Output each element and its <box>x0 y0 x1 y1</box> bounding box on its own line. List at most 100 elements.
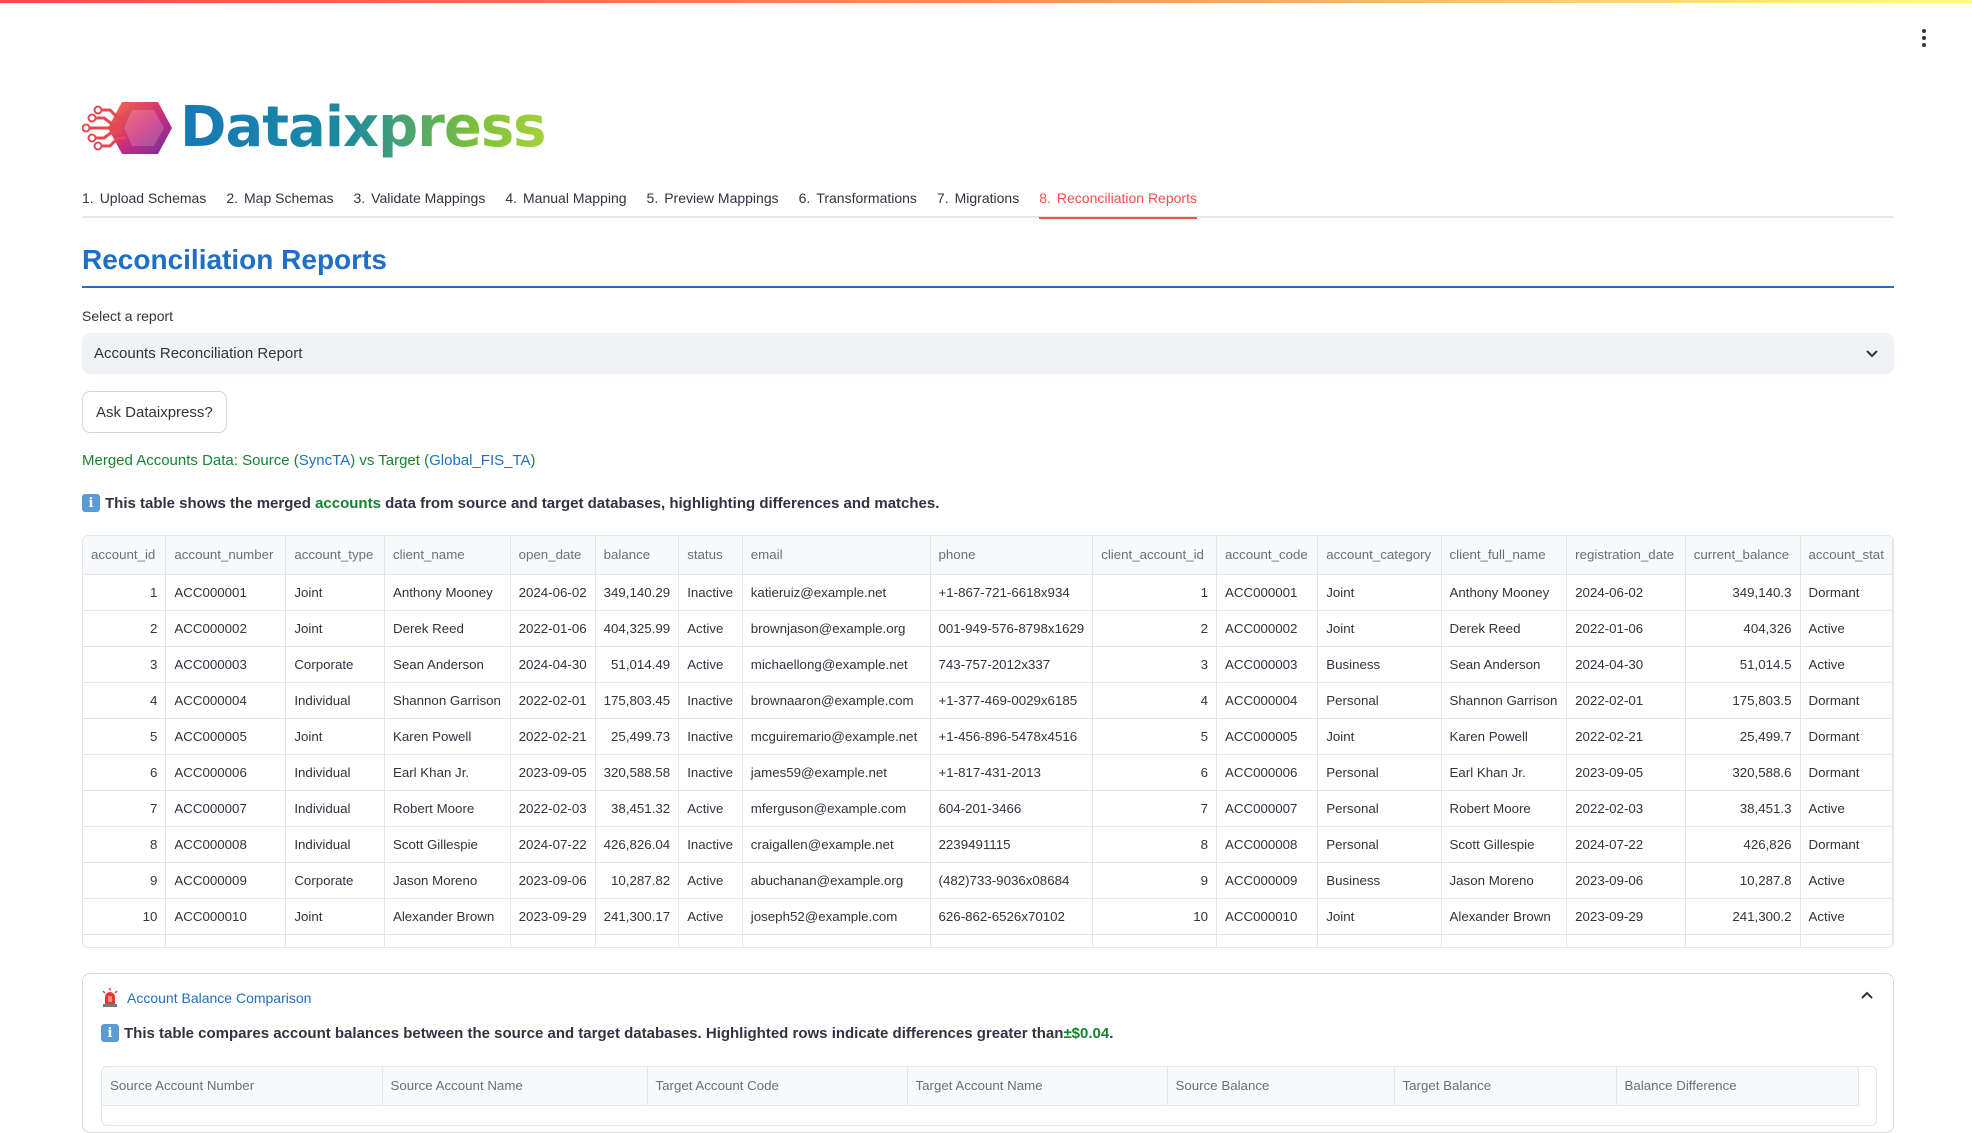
tab-map-schemas[interactable]: 2. Map Schemas <box>226 181 333 217</box>
table-row[interactable]: 4 ACC000004 Individual Shannon Garrison 2022… <box>83 682 1893 719</box>
table-row[interactable]: 7 ACC000007 Individual Robert Moore 2022-02-… <box>83 790 1893 827</box>
report-select-value: Accounts Reconciliation Report <box>94 345 303 362</box>
table-cell: Shannon Garrison <box>384 682 511 719</box>
table-row[interactable]: 5 ACC000005 Joint Karen Powell 2022-02-21 25,… <box>83 718 1893 755</box>
table-cell: 426,826.04 <box>595 826 680 863</box>
table-cell: ACC000003 <box>165 646 287 683</box>
table-cell: Active <box>1800 898 1893 935</box>
table-cell: Dormant <box>1800 754 1893 791</box>
column-header[interactable]: email <box>742 536 931 575</box>
tab-transformations[interactable]: 6. Transformations <box>799 181 917 217</box>
table-cell: 2024-07-22 <box>510 826 596 863</box>
table-cell: Inactive <box>678 718 743 755</box>
table-cell: Joint <box>285 574 385 611</box>
column-header[interactable]: client_account_id <box>1092 536 1217 575</box>
merged-accounts-table[interactable]: account_id account_number account_type clie… <box>82 535 1894 948</box>
tab-number: 2. <box>226 190 238 206</box>
table-cell: 2023-09-06 <box>1566 862 1686 899</box>
table-cell: Sean Anderson <box>1441 646 1568 683</box>
tab-validate-mappings[interactable]: 3. Validate Mappings <box>353 181 485 217</box>
column-header[interactable]: account_id <box>83 536 167 575</box>
column-header[interactable]: account_category <box>1317 536 1442 575</box>
info-icon: i <box>101 1024 119 1042</box>
table-row[interactable]: 8 ACC000008 Individual Scott Gillespie 2024-… <box>83 826 1893 863</box>
column-header[interactable]: account_code <box>1216 536 1319 575</box>
table-cell: 10,287.8 <box>1685 862 1801 899</box>
table-row[interactable]: 3 ACC000003 Corporate Sean Anderson 2024-04-… <box>83 646 1893 683</box>
table-cell: Karen Powell <box>384 718 511 755</box>
tab-migrations[interactable]: 7. Migrations <box>937 181 1019 217</box>
column-header[interactable]: open_date <box>510 536 596 575</box>
column-header[interactable]: Target Account Code <box>647 1067 908 1106</box>
table-cell: ACC000001 <box>1216 574 1319 611</box>
table-cell: 2024-04-30 <box>1566 646 1686 683</box>
chevron-up-icon[interactable] <box>1859 988 1875 1004</box>
table-cell: Sean Anderson <box>384 646 511 683</box>
table-row[interactable]: 2 ACC000002 Joint Derek Reed 2022-01-06 404,3… <box>83 610 1893 647</box>
column-header[interactable]: account_stat <box>1800 536 1893 575</box>
column-header[interactable]: registration_date <box>1566 536 1686 575</box>
table-cell: 426,826 <box>1685 826 1801 863</box>
tab-upload-schemas[interactable]: 1. Upload Schemas <box>82 181 206 217</box>
tab-label: Upload Schemas <box>99 190 207 206</box>
table-cell <box>510 934 596 947</box>
table-cell: 10 <box>83 898 167 935</box>
table-cell: 4 <box>1092 682 1217 719</box>
column-header[interactable]: Target Balance <box>1394 1067 1617 1106</box>
table-cell: Personal <box>1317 790 1442 827</box>
table-cell: 2022-02-03 <box>1566 790 1686 827</box>
table-cell: 10,287.82 <box>595 862 680 899</box>
table-cell: Anthony Mooney <box>1441 574 1568 611</box>
table-cell: Active <box>1800 610 1893 647</box>
table-cell: +1-867-721-6618x934 <box>930 574 1094 611</box>
table-cell: ACC000009 <box>165 862 287 899</box>
tab-preview-mappings[interactable]: 5. Preview Mappings <box>647 181 779 217</box>
tab-label: Transformations <box>816 190 917 206</box>
kebab-menu-icon[interactable] <box>1914 26 1934 50</box>
column-header[interactable]: account_type <box>285 536 385 575</box>
column-header[interactable]: status <box>678 536 743 575</box>
table-cell: Scott Gillespie <box>1441 826 1568 863</box>
table-cell: Inactive <box>678 574 743 611</box>
tab-manual-mapping[interactable]: 4. Manual Mapping <box>505 181 626 217</box>
table-row[interactable]: 6 ACC000006 Individual Earl Khan Jr. 2023-09… <box>83 754 1893 791</box>
table-cell: 2023-09-05 <box>510 754 596 791</box>
table-cell: Corporate <box>285 862 385 899</box>
column-header[interactable]: Source Balance <box>1167 1067 1395 1106</box>
column-header[interactable]: client_full_name <box>1441 536 1568 575</box>
balance-threshold: ±$0.04 <box>1063 1024 1110 1042</box>
column-header[interactable]: Source Account Name <box>382 1067 648 1106</box>
tab-reconciliation-reports[interactable]: 8. Reconciliation Reports <box>1039 181 1197 219</box>
column-header[interactable]: Balance Difference <box>1616 1067 1859 1106</box>
report-select[interactable]: Accounts Reconciliation Report <box>82 333 1894 374</box>
balance-comparison-table[interactable]: Source Account Number Source Account Name… <box>101 1066 1877 1126</box>
table-row[interactable]: 1 ACC000001 Joint Anthony Mooney 2024-06-02 3… <box>83 574 1893 611</box>
tab-number: 7. <box>936 190 949 206</box>
table-cell: Derek Reed <box>1441 610 1568 647</box>
ask-dataixpress-button[interactable]: Ask Dataixpress? <box>82 391 227 433</box>
expander-header[interactable]: Account Balance Comparison <box>101 988 311 1008</box>
table-cell <box>1216 934 1319 947</box>
table-cell <box>165 934 287 947</box>
table-row[interactable]: 10 ACC000010 Joint Alexander Brown 2023-09-2… <box>83 898 1893 935</box>
column-header[interactable]: phone <box>930 536 1094 575</box>
table-cell: 175,803.5 <box>1685 682 1801 719</box>
table-cell: 7 <box>83 790 167 827</box>
tab-label: Preview Mappings <box>664 190 779 206</box>
table-row[interactable]: 9 ACC000009 Corporate Jason Moreno 2023-09-0… <box>83 862 1893 899</box>
merged-heading-prefix: Merged Accounts Data: Source ( <box>82 452 299 469</box>
table-cell: Anthony Mooney <box>384 574 511 611</box>
column-header[interactable]: account_number <box>165 536 287 575</box>
column-header[interactable]: balance <box>595 536 680 575</box>
column-header[interactable]: current_balance <box>1685 536 1801 575</box>
column-header[interactable]: Source Account Number <box>102 1067 383 1106</box>
table-cell: Derek Reed <box>384 610 511 647</box>
table-cell: Joint <box>1317 610 1442 647</box>
table-cell: 8 <box>1092 826 1217 863</box>
table-cell: Joint <box>1317 574 1442 611</box>
table-cell: Individual <box>285 826 385 863</box>
column-header[interactable]: client_name <box>384 536 511 575</box>
table-cell: 2 <box>1092 610 1217 647</box>
column-header[interactable]: Target Account Name <box>907 1067 1168 1106</box>
table-cell: Active <box>678 898 743 935</box>
